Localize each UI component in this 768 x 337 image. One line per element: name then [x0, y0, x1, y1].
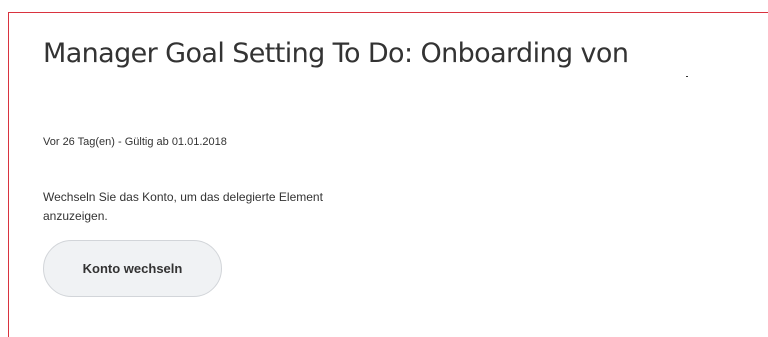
page-title: Manager Goal Setting To Do: Onboarding v…: [43, 38, 629, 69]
decorative-mark: [686, 76, 688, 77]
switch-account-button[interactable]: Konto wechseln: [43, 240, 222, 297]
delegation-message: Wechseln Sie das Konto, um das delegiert…: [43, 190, 323, 223]
task-meta: Vor 26 Tag(en) - Gültig ab 01.01.2018: [43, 136, 227, 148]
